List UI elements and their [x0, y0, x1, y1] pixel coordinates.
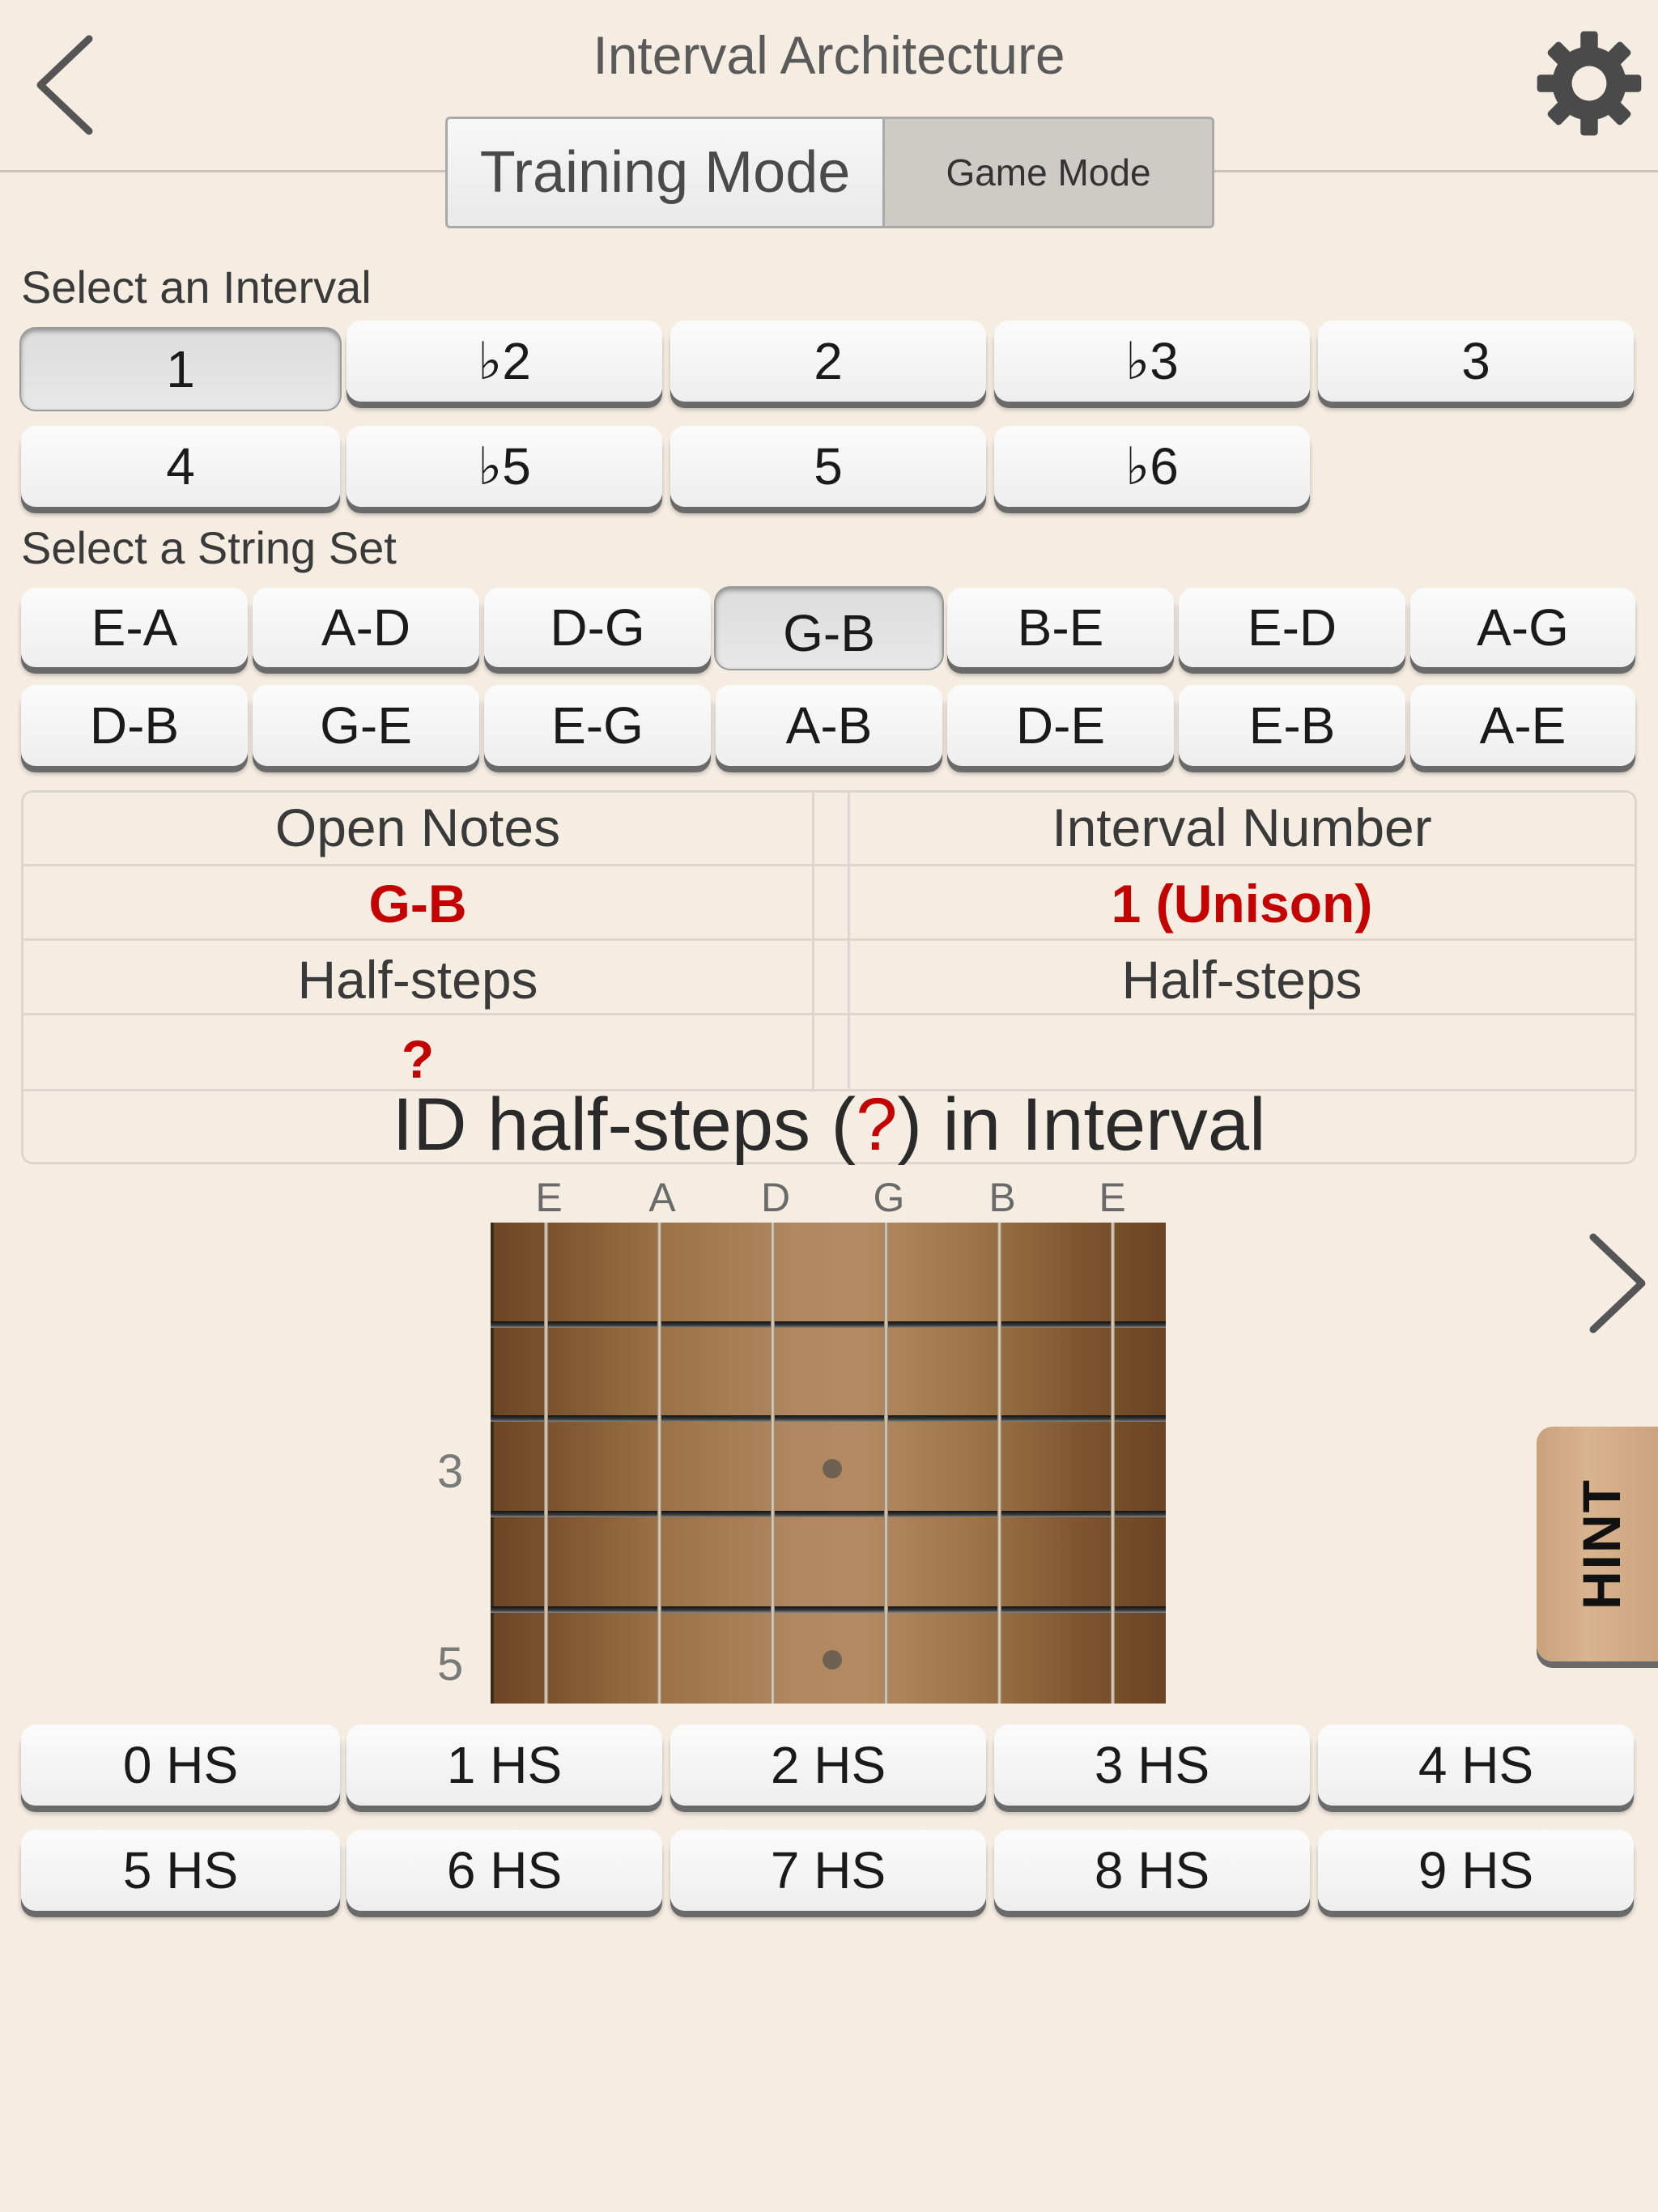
- string-label-low-e: E: [535, 1175, 563, 1220]
- answer-5-hs-button[interactable]: 5 HS: [21, 1830, 340, 1911]
- fret-marker-dot: [823, 1650, 842, 1670]
- interval-button-1[interactable]: 1: [21, 329, 340, 410]
- string-set-e-b[interactable]: E-B: [1179, 685, 1405, 766]
- interval-button-flat-6[interactable]: ♭6: [994, 426, 1310, 507]
- string-set-a-g[interactable]: A-G: [1410, 588, 1635, 667]
- answer-6-hs-button[interactable]: 6 HS: [346, 1830, 662, 1911]
- fret-wire: [491, 1606, 1166, 1613]
- next-button[interactable]: [1579, 1231, 1652, 1336]
- string-set-d-b[interactable]: D-B: [21, 685, 248, 766]
- string-label-d: D: [760, 1175, 791, 1220]
- string-set-e-a[interactable]: E-A: [21, 588, 248, 667]
- table-divider: [23, 864, 1635, 866]
- guitar-fretboard[interactable]: [491, 1223, 1166, 1704]
- table-divider: [23, 938, 1635, 941]
- left-half-steps-header: Half-steps: [297, 950, 538, 1010]
- table-divider: [812, 793, 814, 1089]
- guitar-string-high-e[interactable]: [1111, 1223, 1115, 1704]
- interval-button-flat-5[interactable]: ♭5: [346, 426, 662, 507]
- guitar-string-b[interactable]: [997, 1223, 1001, 1704]
- fret-number-5: 5: [437, 1638, 464, 1691]
- fret-wire: [491, 1321, 1166, 1328]
- string-set-e-d[interactable]: E-D: [1179, 588, 1405, 667]
- answer-8-hs-button[interactable]: 8 HS: [994, 1830, 1310, 1911]
- training-mode-tab[interactable]: Training Mode: [448, 119, 885, 226]
- hint-button[interactable]: HINT: [1537, 1427, 1658, 1661]
- interval-button-4[interactable]: 4: [21, 426, 340, 507]
- fret-wire: [491, 1511, 1166, 1517]
- prompt-text-before: ID half-steps (: [392, 1083, 857, 1166]
- table-divider: [23, 1013, 1635, 1015]
- chevron-right-icon: [1589, 1233, 1646, 1334]
- interval-button-3[interactable]: 3: [1318, 321, 1634, 402]
- guitar-string-low-e[interactable]: [544, 1223, 548, 1704]
- string-set-d-g[interactable]: D-G: [484, 588, 711, 667]
- interval-section-label: Select an Interval: [21, 262, 372, 313]
- string-set-a-d[interactable]: A-D: [253, 588, 479, 667]
- open-notes-value: G-B: [368, 874, 467, 934]
- string-label-a: A: [648, 1175, 676, 1220]
- interval-number-header: Interval Number: [1052, 798, 1432, 857]
- mode-segmented-control: Training Mode Game Mode: [445, 117, 1214, 228]
- open-notes-header: Open Notes: [274, 798, 561, 857]
- string-set-g-b[interactable]: G-B: [716, 588, 942, 669]
- game-mode-tab[interactable]: Game Mode: [885, 119, 1212, 226]
- answer-3-hs-button[interactable]: 3 HS: [994, 1725, 1310, 1806]
- string-set-b-e[interactable]: B-E: [947, 588, 1174, 667]
- left-half-steps-value: ?: [401, 1029, 435, 1089]
- string-set-g-e[interactable]: G-E: [253, 685, 479, 766]
- interval-button-flat-2[interactable]: ♭2: [346, 321, 662, 402]
- interval-button-flat-3[interactable]: ♭3: [994, 321, 1310, 402]
- string-label-b: B: [988, 1175, 1016, 1220]
- guitar-string-a[interactable]: [657, 1223, 661, 1704]
- page-title: Interval Architecture: [593, 25, 1065, 85]
- fret-number-3: 3: [437, 1445, 464, 1498]
- fret-wire: [491, 1415, 1166, 1422]
- answer-9-hs-button[interactable]: 9 HS: [1318, 1830, 1634, 1911]
- prompt-question-mark: ?: [856, 1083, 898, 1166]
- interval-number-value: 1 (Unison): [1111, 874, 1373, 934]
- string-set-d-e[interactable]: D-E: [947, 685, 1174, 766]
- answer-4-hs-button[interactable]: 4 HS: [1318, 1725, 1634, 1806]
- string-set-a-b[interactable]: A-B: [716, 685, 942, 766]
- string-label-g: G: [873, 1175, 905, 1220]
- guitar-string-d[interactable]: [771, 1223, 775, 1704]
- string-set-e-g[interactable]: E-G: [484, 685, 711, 766]
- prompt-text-after: ) in Interval: [897, 1083, 1266, 1166]
- string-set-a-e[interactable]: A-E: [1410, 685, 1635, 766]
- right-half-steps-header: Half-steps: [1121, 950, 1363, 1010]
- question-prompt: ID half-steps (?) in Interval: [23, 1087, 1635, 1162]
- guitar-string-g[interactable]: [884, 1223, 888, 1704]
- answer-2-hs-button[interactable]: 2 HS: [670, 1725, 986, 1806]
- interval-button-5[interactable]: 5: [670, 426, 986, 507]
- string-label-high-e: E: [1099, 1175, 1126, 1220]
- hint-label: HINT: [1571, 1478, 1632, 1610]
- answer-7-hs-button[interactable]: 7 HS: [670, 1830, 986, 1911]
- answer-1-hs-button[interactable]: 1 HS: [346, 1725, 662, 1806]
- gear-icon: [1537, 31, 1642, 136]
- fretboard-edge: [491, 1223, 494, 1704]
- settings-button[interactable]: [1535, 29, 1643, 138]
- string-set-section-label: Select a String Set: [21, 522, 397, 573]
- interval-info-table: Open Notes G-B Half-steps ? Interval Num…: [21, 790, 1637, 1164]
- fret-marker-dot: [823, 1459, 842, 1478]
- interval-button-2[interactable]: 2: [670, 321, 986, 402]
- answer-0-hs-button[interactable]: 0 HS: [21, 1725, 340, 1806]
